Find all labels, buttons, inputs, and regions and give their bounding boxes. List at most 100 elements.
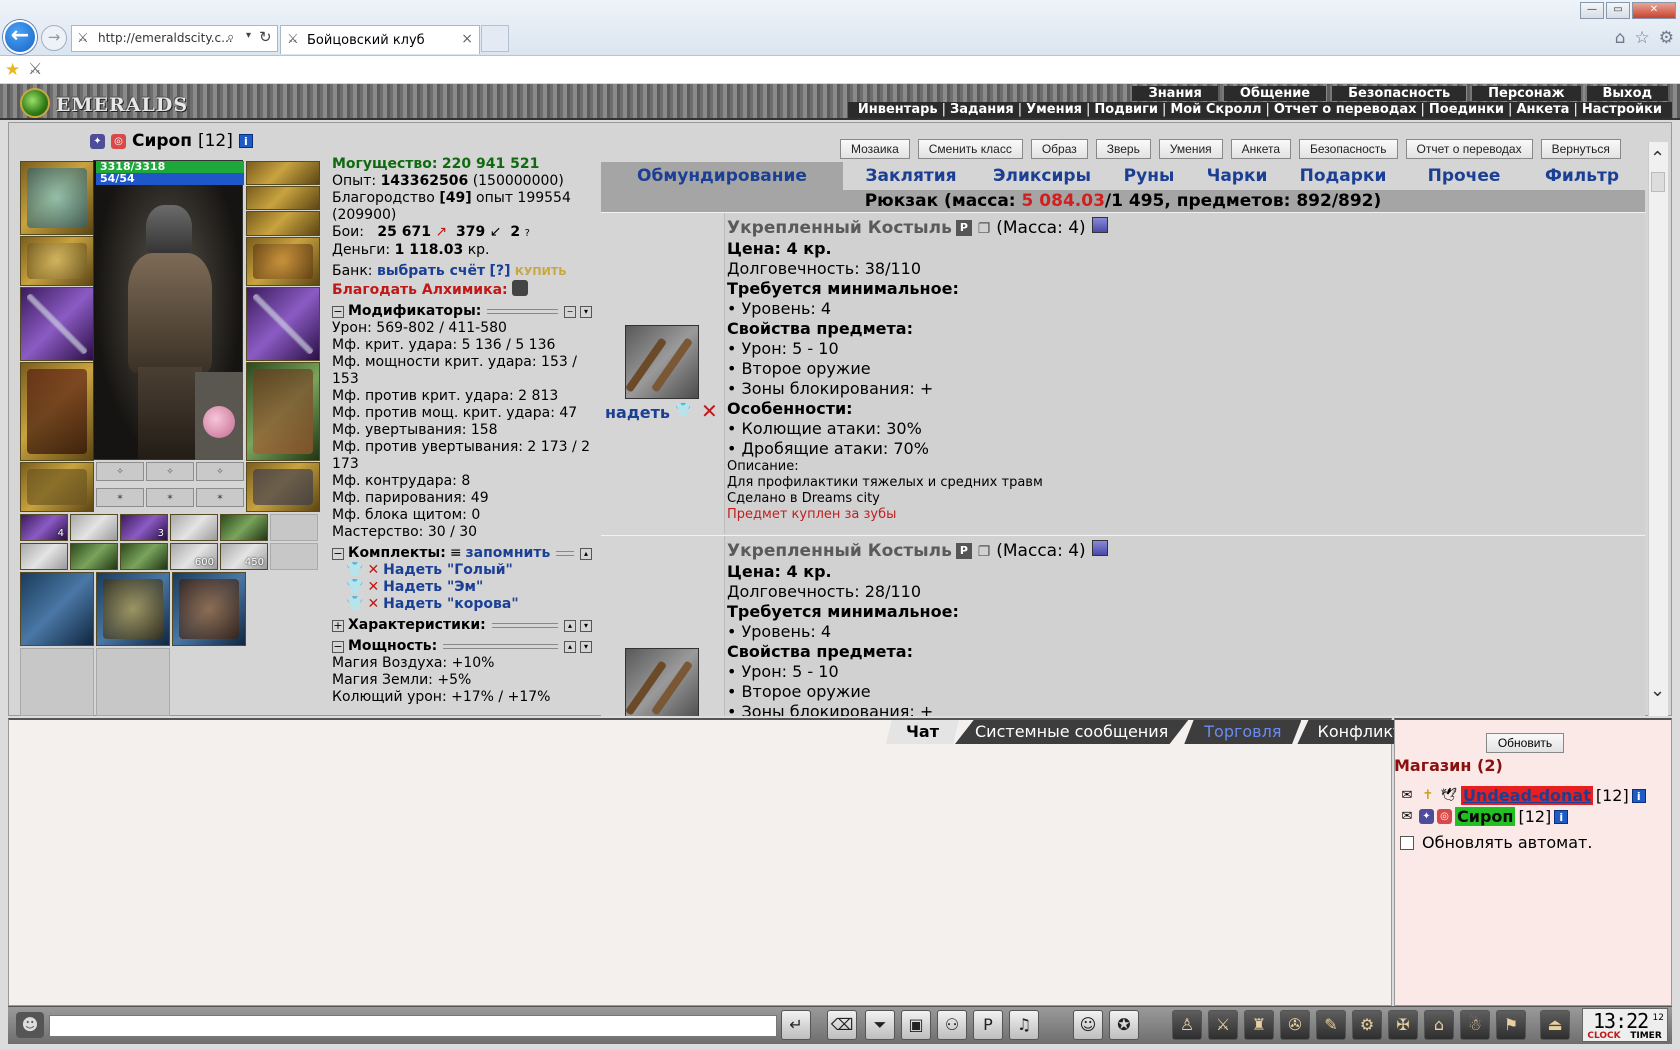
- copy-icon[interactable]: ❐: [978, 219, 991, 239]
- submenu-profile[interactable]: Анкета: [1512, 102, 1573, 118]
- user-row[interactable]: ✉ ✝ 🕊 Undead-donat [12] i: [1398, 786, 1646, 805]
- tab-trade[interactable]: Торговля: [1184, 720, 1302, 744]
- scroll-slot[interactable]: [170, 514, 218, 541]
- necklace-slot[interactable]: [20, 236, 94, 286]
- auto-refresh-checkbox[interactable]: [1400, 835, 1414, 850]
- auto-refresh-option[interactable]: Обновлять автомат.: [1400, 833, 1592, 852]
- security-button[interactable]: Безопасность: [1299, 139, 1398, 159]
- scroll-slot[interactable]: [20, 543, 68, 570]
- save-icon[interactable]: ▣: [901, 1010, 931, 1040]
- rune-slot[interactable]: ✧: [146, 462, 194, 481]
- pet-avatar[interactable]: [195, 372, 243, 460]
- empty-scroll-slot[interactable]: [270, 543, 318, 570]
- rune-slot[interactable]: ✶: [146, 488, 194, 507]
- chevron-down-icon[interactable]: ▾: [580, 640, 592, 653]
- submenu-fights[interactable]: Поединки: [1425, 102, 1508, 118]
- ghost-icon[interactable]: ☃: [1460, 1010, 1490, 1040]
- set-item[interactable]: 👕 ✕ Надеть "Эм": [332, 579, 592, 596]
- scroll-slot[interactable]: 600: [170, 543, 218, 570]
- refresh-button[interactable]: Обновить: [1486, 733, 1564, 753]
- copy-icon[interactable]: ❐: [978, 542, 991, 562]
- tab-runes[interactable]: Руны: [1105, 162, 1193, 190]
- menu-character[interactable]: Персонаж: [1470, 86, 1581, 101]
- set-item[interactable]: 👕 ✕ Надеть "корова": [332, 596, 592, 613]
- crutch-item-image[interactable]: [624, 648, 699, 716]
- scroll-slot[interactable]: [220, 514, 268, 541]
- info-icon[interactable]: i: [1554, 809, 1569, 824]
- menu-communication[interactable]: Общение: [1221, 86, 1327, 101]
- quest-icon[interactable]: ✎: [1316, 1010, 1346, 1040]
- bank-help-link[interactable]: [?]: [490, 263, 511, 279]
- people-icon[interactable]: ⚇: [937, 1010, 967, 1040]
- set-item[interactable]: 👕 ✕ Надеть "Голый": [332, 562, 592, 579]
- submenu-quests[interactable]: Задания: [946, 102, 1018, 118]
- submenu-my-scroll[interactable]: Мой Скролл: [1166, 102, 1265, 118]
- clan-emblem-icon[interactable]: ✦: [90, 133, 105, 149]
- pants-slot[interactable]: [246, 362, 320, 461]
- chat-input[interactable]: [49, 1015, 777, 1037]
- scroll-thumb[interactable]: [1651, 172, 1665, 192]
- new-tab-button[interactable]: [481, 25, 509, 52]
- forward-arrow-icon[interactable]: →: [41, 25, 67, 51]
- submenu-skills[interactable]: Умения: [1022, 102, 1086, 118]
- helmet-slot[interactable]: [20, 161, 94, 235]
- skills-button[interactable]: Умения: [1158, 139, 1223, 159]
- clan-icon[interactable]: ✠: [1388, 1010, 1418, 1040]
- close-tab-icon[interactable]: ×: [461, 31, 473, 47]
- gift-icon[interactable]: [1091, 217, 1108, 233]
- close-window-icon[interactable]: ✕: [1632, 2, 1676, 19]
- scroll-slot[interactable]: [70, 543, 118, 570]
- rune-slot[interactable]: ✧: [96, 462, 144, 481]
- beast-button[interactable]: Зверь: [1095, 139, 1151, 159]
- image-button[interactable]: Образ: [1030, 139, 1088, 159]
- pl-icon[interactable]: P: [973, 1010, 1003, 1040]
- user-row[interactable]: ✉ ✦ ◎ Сироп [12] i: [1398, 807, 1569, 826]
- scroll-up-icon[interactable]: ⌃: [1650, 148, 1665, 169]
- minimize-icon[interactable]: −: [564, 305, 576, 318]
- favorites-star-icon[interactable]: ☆: [1635, 28, 1650, 48]
- empty-scroll-slot[interactable]: [270, 514, 318, 541]
- submenu-inventory[interactable]: Инвентарь: [854, 102, 942, 118]
- exit-icon[interactable]: ⏏: [1540, 1010, 1570, 1040]
- return-button[interactable]: Вернуться: [1540, 139, 1621, 159]
- rings-slot[interactable]: [246, 211, 320, 236]
- gloves-slot[interactable]: [246, 237, 320, 286]
- crutch-item-image[interactable]: [624, 325, 699, 399]
- expand-icon[interactable]: +: [332, 619, 344, 632]
- submenu-transfer-report[interactable]: Отчет о переводах: [1270, 102, 1421, 118]
- mosaic-button[interactable]: Мозаика: [840, 139, 910, 159]
- wear-link[interactable]: надеть: [605, 403, 670, 422]
- browser-tab[interactable]: ⚔ Бойцовский клуб ×: [280, 25, 480, 54]
- back-arrow-icon[interactable]: ←: [3, 20, 37, 54]
- weapon-menu-icon[interactable]: ⚔: [1208, 1010, 1238, 1040]
- remember-set-link[interactable]: запомнить: [466, 545, 551, 562]
- chat-head-icon[interactable]: ☻: [16, 1012, 44, 1038]
- user-name[interactable]: Сироп: [1455, 807, 1516, 826]
- tab-chat[interactable]: Чат: [886, 720, 959, 744]
- home-icon[interactable]: ⌂: [1615, 28, 1626, 48]
- gear-icon[interactable]: ⚙: [1659, 28, 1674, 48]
- send-icon[interactable]: ↵: [781, 1010, 811, 1040]
- change-class-button[interactable]: Сменить класс: [917, 139, 1023, 159]
- rune-slot[interactable]: ✧: [196, 462, 244, 481]
- gift-icon[interactable]: [1091, 540, 1108, 556]
- chevron-down-icon[interactable]: ▾: [246, 30, 251, 41]
- flag-icon[interactable]: ⚑: [1496, 1010, 1526, 1040]
- house-icon[interactable]: ⌂: [1424, 1010, 1454, 1040]
- filter-icon[interactable]: ⏷: [865, 1010, 895, 1040]
- collapse-icon[interactable]: −: [332, 547, 344, 560]
- rune-slot[interactable]: ✶: [96, 488, 144, 507]
- info-icon[interactable]: i: [1631, 788, 1646, 803]
- speaker-icon[interactable]: ♫: [1009, 1010, 1039, 1040]
- bank-select-link[interactable]: выбрать счёт: [377, 263, 485, 279]
- tab-equipment[interactable]: Обмундирование: [601, 162, 843, 190]
- weapon-right-slot[interactable]: [246, 287, 320, 361]
- maximize-icon[interactable]: ▭: [1606, 2, 1630, 19]
- armor-piece-slot[interactable]: [20, 572, 94, 646]
- delete-icon[interactable]: ✕: [367, 562, 379, 579]
- delete-icon[interactable]: ✕: [701, 399, 718, 423]
- chat-area[interactable]: [8, 718, 1392, 1006]
- tab-filter[interactable]: Фильтр: [1523, 162, 1641, 190]
- chevron-up-icon[interactable]: ▴: [580, 547, 592, 560]
- tab-other[interactable]: Прочее: [1405, 162, 1523, 190]
